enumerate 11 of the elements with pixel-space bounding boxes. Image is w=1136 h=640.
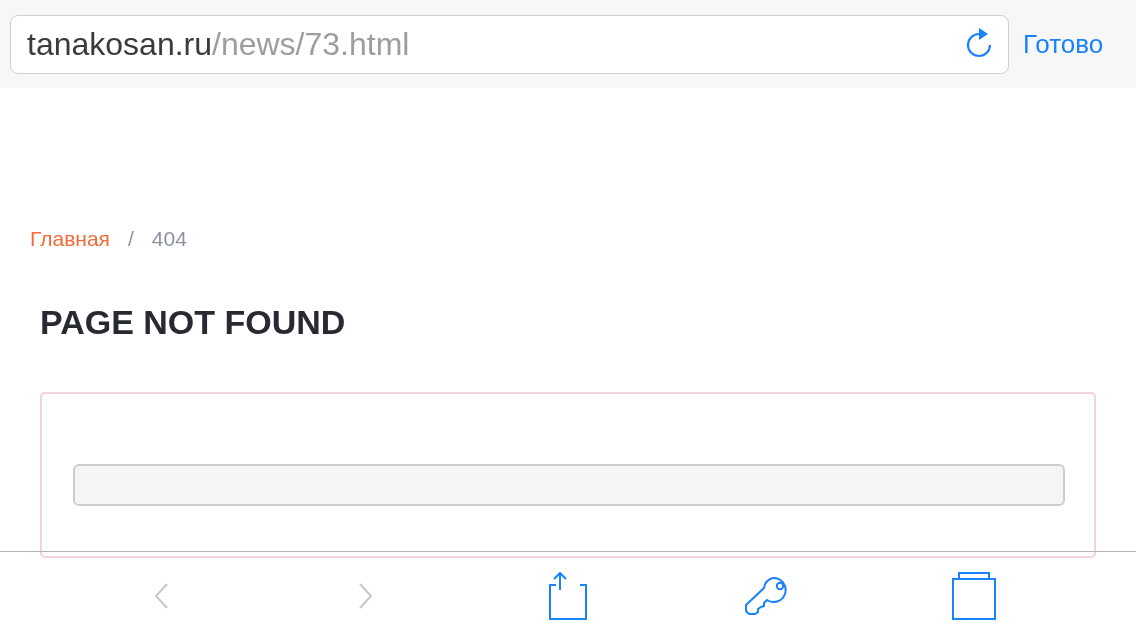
tabs-icon[interactable] bbox=[951, 572, 998, 620]
breadcrumb-separator: / bbox=[127, 226, 134, 252]
share-icon[interactable] bbox=[548, 572, 588, 620]
breadcrumb-link[interactable]: Главная bbox=[30, 226, 110, 252]
done-button[interactable]: Готово bbox=[1023, 28, 1104, 60]
reload-icon[interactable] bbox=[964, 28, 994, 60]
url-text: tanakosan.ru/news/73.html bbox=[27, 25, 410, 63]
breadcrumb-current: 404 bbox=[151, 226, 187, 252]
input-field[interactable] bbox=[73, 464, 1065, 506]
address-field[interactable]: tanakosan.ru/news/73.html bbox=[10, 14, 1009, 74]
page-heading: PAGE NOT FOUND bbox=[40, 302, 347, 342]
